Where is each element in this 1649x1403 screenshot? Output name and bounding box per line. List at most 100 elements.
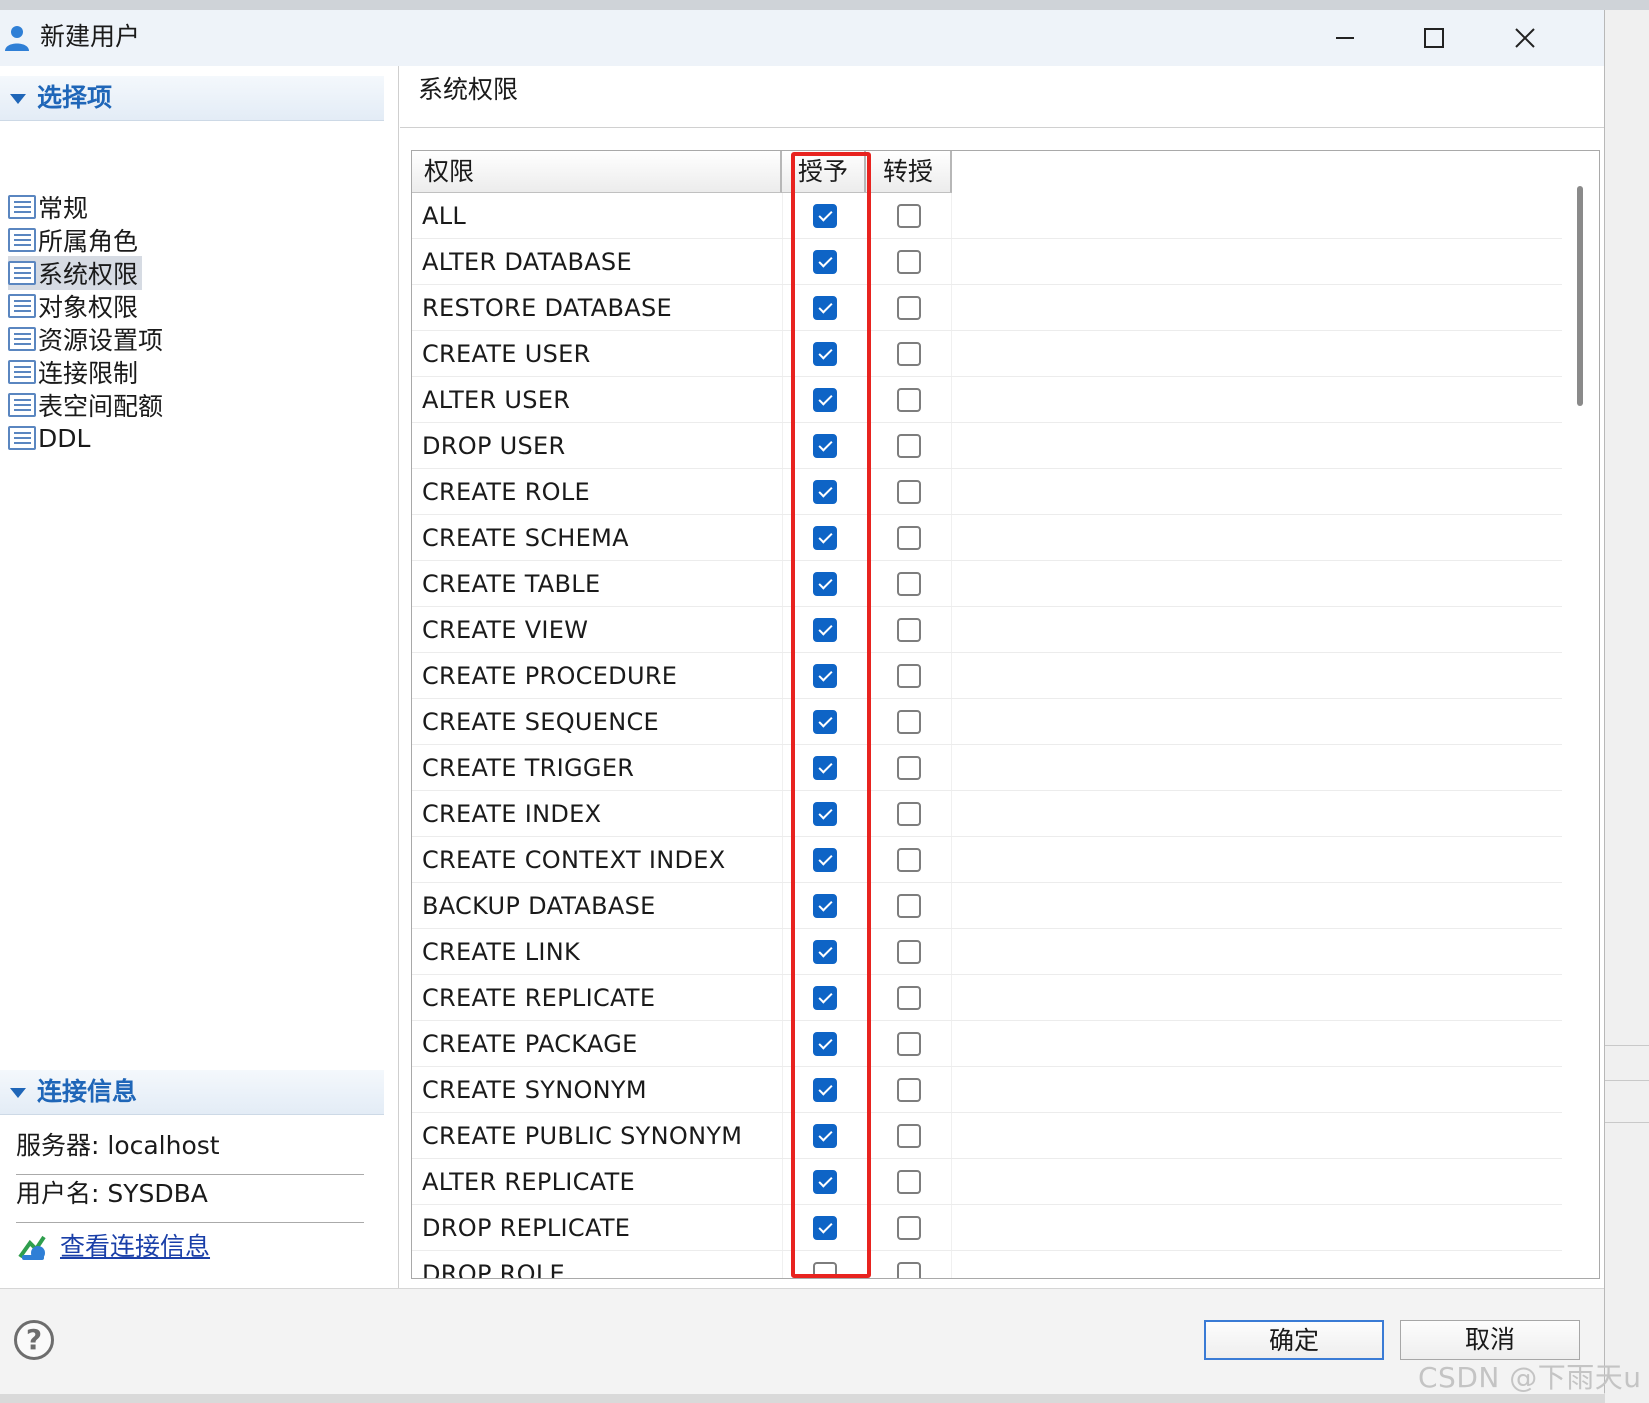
grant-checkbox[interactable] — [813, 710, 837, 734]
list-icon — [8, 393, 36, 417]
transfer-checkbox[interactable] — [897, 342, 921, 366]
privilege-name: CREATE TABLE — [422, 570, 601, 598]
transfer-checkbox[interactable] — [897, 250, 921, 274]
transfer-checkbox[interactable] — [897, 756, 921, 780]
transfer-checkbox[interactable] — [897, 1124, 921, 1148]
transfer-checkbox[interactable] — [897, 1078, 921, 1102]
nav-item[interactable]: 连接限制 — [8, 355, 142, 389]
transfer-checkbox[interactable] — [897, 434, 921, 458]
transfer-checkbox[interactable] — [897, 388, 921, 412]
grant-checkbox[interactable] — [813, 572, 837, 596]
transfer-checkbox[interactable] — [897, 618, 921, 642]
grant-checkbox[interactable] — [813, 434, 837, 458]
ok-button[interactable]: 确定 — [1204, 1320, 1384, 1360]
grant-checkbox[interactable] — [813, 250, 837, 274]
transfer-checkbox[interactable] — [897, 480, 921, 504]
grant-checkbox[interactable] — [813, 1170, 837, 1194]
server-info: 服务器: localhost — [16, 1131, 220, 1160]
grant-checkbox[interactable] — [813, 848, 837, 872]
column-header-transfer[interactable]: 转授 — [866, 151, 952, 193]
divider — [16, 1174, 364, 1175]
grant-checkbox[interactable] — [813, 1032, 837, 1056]
minimize-button[interactable] — [1315, 20, 1375, 56]
nav-item[interactable]: 资源设置项 — [8, 322, 167, 356]
table-row: ALTER REPLICATE — [412, 1159, 1562, 1205]
grant-checkbox[interactable] — [813, 802, 837, 826]
close-button[interactable] — [1495, 20, 1555, 56]
nav-item[interactable]: 系统权限 — [8, 256, 143, 290]
transfer-checkbox[interactable] — [897, 296, 921, 320]
column-header-grant[interactable]: 授予 — [782, 151, 866, 193]
view-connection-link[interactable]: 查看连接信息 — [60, 1232, 210, 1262]
nav-item-label: 所属角色 — [38, 227, 139, 256]
nav-item[interactable]: 所属角色 — [8, 223, 142, 257]
transfer-checkbox[interactable] — [897, 940, 921, 964]
grant-checkbox[interactable] — [813, 388, 837, 412]
vertical-scrollbar[interactable] — [1571, 151, 1599, 1278]
nav-item[interactable]: DDL — [8, 421, 94, 455]
grant-checkbox[interactable] — [813, 342, 837, 366]
nav-item[interactable]: 对象权限 — [8, 289, 142, 323]
transfer-checkbox[interactable] — [897, 664, 921, 688]
nav-item-label: 连接限制 — [38, 359, 139, 388]
grant-checkbox[interactable] — [813, 296, 837, 320]
privilege-name: CREATE USER — [422, 340, 591, 368]
transfer-checkbox[interactable] — [897, 710, 921, 734]
table-row: DROP REPLICATE — [412, 1205, 1562, 1251]
table-row: CREATE LINK — [412, 929, 1562, 975]
grant-checkbox[interactable] — [813, 756, 837, 780]
table-row: RESTORE DATABASE — [412, 285, 1562, 331]
background-divider — [1605, 1122, 1649, 1123]
grant-checkbox[interactable] — [813, 940, 837, 964]
transfer-checkbox[interactable] — [897, 1216, 921, 1240]
transfer-checkbox[interactable] — [897, 1170, 921, 1194]
grant-checkbox[interactable] — [813, 1124, 837, 1148]
nav-item-label: DDL — [38, 423, 91, 453]
grant-checkbox[interactable] — [813, 204, 837, 228]
user-icon — [5, 26, 29, 51]
grant-checkbox[interactable] — [813, 894, 837, 918]
transfer-checkbox[interactable] — [897, 848, 921, 872]
nav-item-label: 资源设置项 — [38, 326, 164, 355]
nav-item[interactable]: 表空间配额 — [8, 388, 167, 422]
transfer-checkbox[interactable] — [897, 204, 921, 228]
grant-checkbox[interactable] — [813, 664, 837, 688]
grant-checkbox[interactable] — [813, 618, 837, 642]
grant-checkbox[interactable] — [813, 526, 837, 550]
privilege-name: CREATE PROCEDURE — [422, 662, 678, 690]
background-window-edge — [1605, 10, 1649, 1403]
table-row: CREATE VIEW — [412, 607, 1562, 653]
help-icon[interactable]: ? — [14, 1320, 54, 1360]
maximize-button[interactable] — [1404, 20, 1464, 56]
transfer-checkbox[interactable] — [897, 1262, 921, 1278]
collapse-triangle-icon — [10, 94, 26, 104]
privilege-name: DROP USER — [422, 432, 566, 460]
list-icon — [8, 261, 36, 285]
column-header-privilege[interactable]: 权限 — [412, 151, 782, 193]
scrollbar-thumb[interactable] — [1577, 186, 1583, 406]
table-row: CREATE SCHEMA — [412, 515, 1562, 561]
nav-item[interactable]: 常规 — [8, 190, 92, 224]
window-title: 新建用户 — [40, 22, 141, 51]
table-row: CREATE ROLE — [412, 469, 1562, 515]
transfer-checkbox[interactable] — [897, 1032, 921, 1056]
transfer-checkbox[interactable] — [897, 526, 921, 550]
grant-checkbox[interactable] — [813, 986, 837, 1010]
grant-checkbox[interactable] — [813, 1262, 837, 1278]
transfer-checkbox[interactable] — [897, 802, 921, 826]
table-row: CREATE INDEX — [412, 791, 1562, 837]
close-icon — [1515, 28, 1535, 48]
minimize-icon — [1336, 37, 1354, 39]
grant-checkbox[interactable] — [813, 1078, 837, 1102]
cancel-button[interactable]: 取消 — [1400, 1320, 1580, 1360]
grant-checkbox[interactable] — [813, 480, 837, 504]
nav-item-label: 常规 — [38, 194, 89, 223]
transfer-checkbox[interactable] — [897, 894, 921, 918]
options-section-header[interactable]: 选择项 — [0, 76, 384, 121]
transfer-checkbox[interactable] — [897, 986, 921, 1010]
transfer-checkbox[interactable] — [897, 572, 921, 596]
connection-section-header[interactable]: 连接信息 — [0, 1070, 384, 1115]
nav-item-label: 系统权限 — [38, 260, 139, 289]
privilege-name: CREATE INDEX — [422, 800, 602, 828]
grant-checkbox[interactable] — [813, 1216, 837, 1240]
